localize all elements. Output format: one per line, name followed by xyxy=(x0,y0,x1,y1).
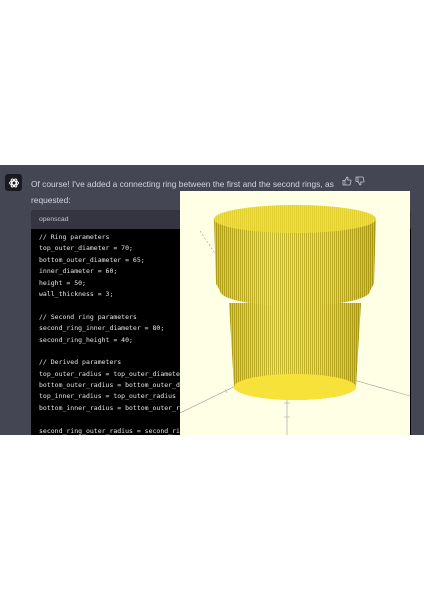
chatgpt-logo-icon xyxy=(5,174,22,191)
openscad-3d-viewport[interactable] xyxy=(180,191,410,435)
upper-cylinder xyxy=(214,205,376,299)
rendered-model xyxy=(180,205,410,435)
thumbs-down-icon[interactable] xyxy=(354,175,366,187)
lower-cylinder xyxy=(229,303,361,400)
thumbs-up-icon[interactable] xyxy=(341,175,353,187)
message-line: Of course! I've added a connecting ring … xyxy=(31,179,334,189)
